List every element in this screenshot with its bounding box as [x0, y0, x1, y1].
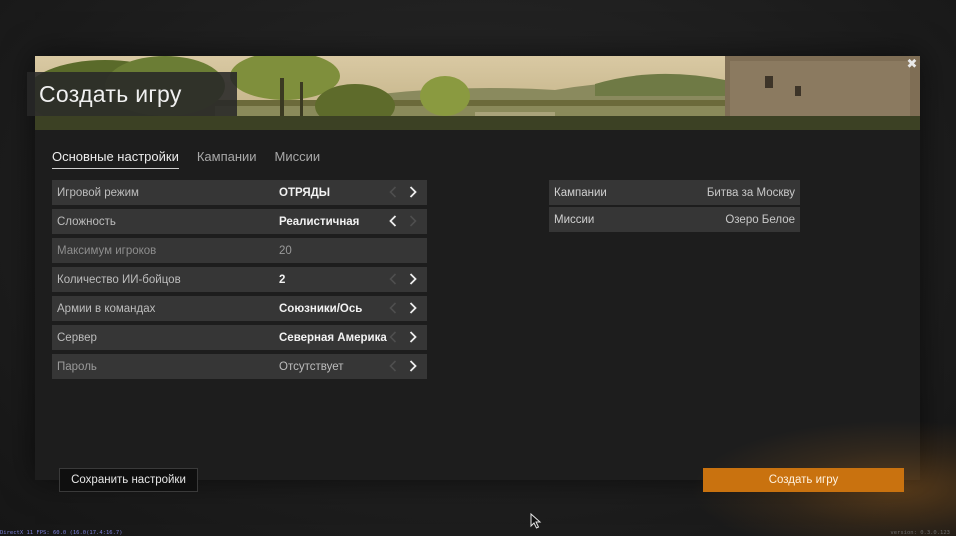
- tab-missions[interactable]: Миссии: [275, 149, 321, 169]
- fps-counter: DirectX 11 FPS: 60.0 (16.0(17.4:16.7): [0, 530, 123, 536]
- setting-value: 2: [279, 273, 286, 286]
- setting-label: Сервер: [57, 331, 97, 344]
- setting-row-game-mode: Игровой режим ОТРЯДЫ: [52, 180, 427, 205]
- chevron-left-icon[interactable]: [386, 212, 400, 230]
- create-game-button[interactable]: Создать игру: [703, 468, 904, 492]
- mouse-pointer-icon: [530, 513, 542, 529]
- summary-row-mission: Миссии Озеро Белое: [549, 207, 800, 232]
- tab-bar: Основные настройки Кампании Миссии: [52, 149, 320, 169]
- chevron-left-icon[interactable]: [386, 357, 400, 375]
- setting-label: Максимум игроков: [57, 244, 157, 257]
- setting-label: Пароль: [57, 360, 97, 373]
- chevron-right-icon[interactable]: [406, 357, 420, 375]
- dialog-title-box: Создать игру: [27, 72, 237, 116]
- setting-row-difficulty: Сложность Реалистичная: [52, 209, 427, 234]
- close-icon[interactable]: ✖: [906, 58, 918, 71]
- settings-list: Игровой режим ОТРЯДЫ Сложность Реалистич…: [52, 180, 427, 383]
- summary-value: Битва за Москву: [706, 186, 795, 199]
- setting-value: Отсутствует: [279, 360, 344, 373]
- create-game-dialog: Создать игру ✖ Основные настройки Кампан…: [27, 56, 920, 480]
- chevron-right-icon[interactable]: [406, 212, 420, 230]
- setting-label: Сложность: [57, 215, 116, 228]
- setting-row-max-players: Максимум игроков 20: [52, 238, 427, 263]
- setting-row-server: Сервер Северная Америка: [52, 325, 427, 350]
- summary-label: Кампании: [554, 186, 607, 199]
- chevron-right-icon[interactable]: [406, 270, 420, 288]
- summary-row-campaign: Кампании Битва за Москву: [549, 180, 800, 205]
- chevron-right-icon[interactable]: [406, 183, 420, 201]
- save-settings-button[interactable]: Сохранить настройки: [59, 468, 198, 492]
- setting-label: Игровой режим: [57, 186, 139, 199]
- setting-value: 20: [279, 244, 292, 257]
- chevron-left-icon[interactable]: [386, 183, 400, 201]
- setting-value: Реалистичная: [279, 215, 360, 228]
- setting-value: Союзники/Ось: [279, 302, 363, 315]
- chevron-left-icon[interactable]: [386, 270, 400, 288]
- setting-row-password: Пароль Отсутствует: [52, 354, 427, 379]
- version-label: version: 0.3.0.123: [890, 530, 950, 536]
- tab-main-settings[interactable]: Основные настройки: [52, 149, 179, 169]
- setting-label: Количество ИИ-бойцов: [57, 273, 181, 286]
- setting-label: Армии в командах: [57, 302, 156, 315]
- chevron-right-icon[interactable]: [406, 328, 420, 346]
- dialog-title: Создать игру: [39, 80, 182, 107]
- summary-value: Озеро Белое: [725, 213, 795, 226]
- summary-label: Миссии: [554, 213, 595, 226]
- chevron-left-icon[interactable]: [386, 299, 400, 317]
- chevron-left-icon[interactable]: [386, 328, 400, 346]
- setting-value: Северная Америка: [279, 331, 387, 344]
- setting-row-ai-count: Количество ИИ-бойцов 2: [52, 267, 427, 292]
- setting-value: ОТРЯДЫ: [279, 186, 331, 199]
- tab-campaigns[interactable]: Кампании: [197, 149, 257, 169]
- chevron-right-icon[interactable]: [406, 299, 420, 317]
- setting-row-team-armies: Армии в командах Союзники/Ось: [52, 296, 427, 321]
- selection-summary: Кампании Битва за Москву Миссии Озеро Бе…: [549, 180, 800, 234]
